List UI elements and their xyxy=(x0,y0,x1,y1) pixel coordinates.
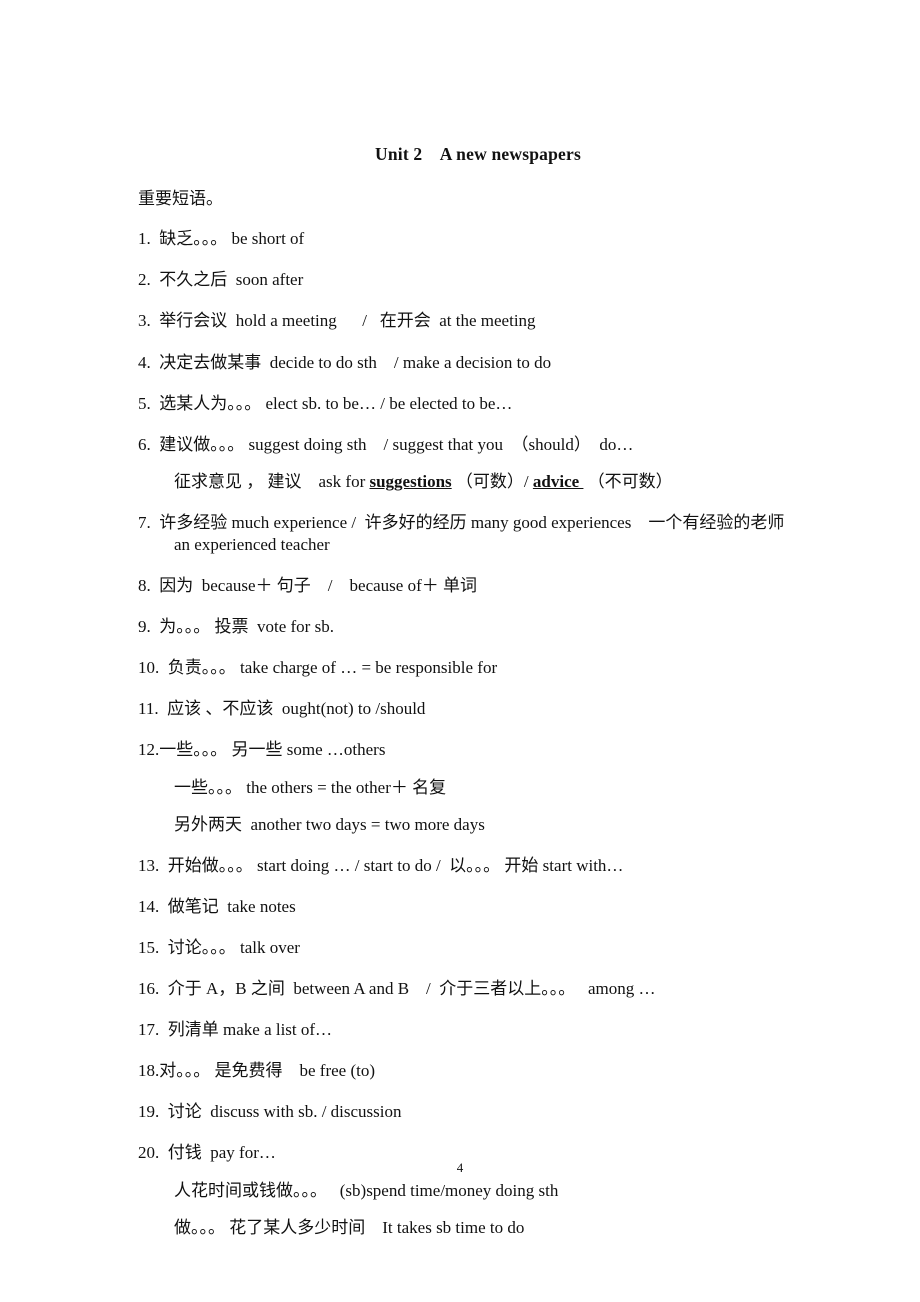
list-item-number: 1. xyxy=(138,229,151,249)
list-item-number: 16. xyxy=(138,979,160,999)
list-item-number: 15. xyxy=(138,937,160,957)
list-item: 13. 开始做。。。 start doing … / start to do /… xyxy=(138,855,798,877)
list-item-text: 不久之后 soon after xyxy=(150,270,304,290)
list-item-subline: 征求意见 ， 建议 ask for suggestions （可数）/ advi… xyxy=(138,471,798,493)
list-item-text: 介于 A，B 之间 between A and B / 介于三者以上。。。 am… xyxy=(159,979,656,999)
page-number: 4 xyxy=(456,1160,464,1175)
list-item-number: 6. xyxy=(138,434,151,454)
list-item-number: 2. xyxy=(138,270,151,290)
list-item-text: 许多经验 much experience / 许多好的经历 many good … xyxy=(150,512,793,555)
list-item-text: 做笔记 take notes xyxy=(159,896,296,916)
list-item-text: 举行会议 hold a meeting / 在开会 at the meeting xyxy=(150,311,536,331)
list-item-subline: 做。。。 花了某人多少时间 It takes sb time to do xyxy=(174,1217,525,1237)
list-item: 5. 选某人为。。。 elect sb. to be… / be elected… xyxy=(138,393,798,415)
list-item-number: 11. xyxy=(138,699,159,719)
subline-text-middle: （可数）/ xyxy=(451,471,533,491)
list-item-number: 13. xyxy=(138,855,160,875)
list-item-subline: 另外两天 another two days = two more days xyxy=(174,814,485,834)
list-item-text: 讨论 discuss with sb. / discussion xyxy=(159,1102,402,1122)
list-item-text: 因为 because＋ 句子 / because of＋ 单词 xyxy=(150,576,477,596)
list-item-subline: 一些。。。 the others = the other＋ 名复 xyxy=(174,777,447,797)
list-item-number: 3. xyxy=(138,311,151,331)
list-item-text: 讨论。。。 talk over xyxy=(159,937,300,957)
list-item-number: 7. xyxy=(138,512,151,532)
list-item-number: 10. xyxy=(138,658,160,678)
list-item-number: 17. xyxy=(138,1020,160,1040)
list-item-text: 缺乏。。。 be short of xyxy=(150,229,305,249)
list-item-number: 18. xyxy=(138,1061,160,1081)
list-item: 15. 讨论。。。 talk over xyxy=(138,937,798,959)
list-item-number: 8. xyxy=(138,576,151,596)
list-item-text: 列清单 make a list of… xyxy=(159,1020,333,1040)
list-item: 16. 介于 A，B 之间 between A and B / 介于三者以上。。… xyxy=(138,978,798,1000)
list-item: 7. 许多经验 much experience / 许多好的经历 many go… xyxy=(138,512,798,556)
list-item: 12.一些。。。 另一些 some …others xyxy=(138,739,798,761)
list-item: 4. 决定去做某事 decide to do sth / make a deci… xyxy=(138,352,798,374)
list-item-text: 应该 、不应该 ought(not) to /should xyxy=(158,699,426,719)
document-page: Unit 2 A new newspapers 重要短语。 1. 缺乏。。。 b… xyxy=(0,0,920,1302)
list-item-text: 为。。。 投票 vote for sb. xyxy=(150,617,334,637)
document-body: Unit 2 A new newspapers 重要短语。 1. 缺乏。。。 b… xyxy=(138,144,798,1239)
list-item: 9. 为。。。 投票 vote for sb. xyxy=(138,616,798,638)
list-item-text: 对。。。 是免费得 be free (to) xyxy=(159,1061,376,1081)
list-item-text: 决定去做某事 decide to do sth / make a decisio… xyxy=(150,352,552,372)
subline-text-suffix: （不可数） xyxy=(583,471,673,491)
list-item: 11. 应该 、不应该 ought(not) to /should xyxy=(138,698,798,720)
list-item-subline: 人花时间或钱做。。。 (sb)spend time/money doing st… xyxy=(174,1180,559,1200)
emphasis-advice: advice xyxy=(532,471,584,491)
list-item: 19. 讨论 discuss with sb. / discussion xyxy=(138,1101,798,1123)
list-item-text: 开始做。。。 start doing … / start to do / 以。。… xyxy=(159,855,624,875)
list-item: 10. 负责。。。 take charge of … = be responsi… xyxy=(138,657,798,679)
list-item: 18.对。。。 是免费得 be free (to) xyxy=(138,1060,798,1082)
list-item-text: 建议做。。。 suggest doing sth / suggest that … xyxy=(150,434,634,454)
list-item-number: 12. xyxy=(138,740,160,760)
list-item: 8. 因为 because＋ 句子 / because of＋ 单词 xyxy=(138,575,798,597)
subline-text-prefix: 征求意见 ， 建议 ask for xyxy=(174,471,370,491)
list-item: 6. 建议做。。。 suggest doing sth / suggest th… xyxy=(138,434,798,456)
list-item-text: 负责。。。 take charge of … = be responsible … xyxy=(159,658,498,678)
list-item-number: 4. xyxy=(138,352,151,372)
page-title: Unit 2 A new newspapers xyxy=(375,144,581,164)
list-item-number: 9. xyxy=(138,617,151,637)
section-heading: 重要短语。 xyxy=(138,188,223,208)
list-item-text: 选某人为。。。 elect sb. to be… / be elected to… xyxy=(150,393,513,413)
list-item: 3. 举行会议 hold a meeting / 在开会 at the meet… xyxy=(138,310,798,332)
list-item: 1. 缺乏。。。 be short of xyxy=(138,228,798,250)
emphasis-suggestions: suggestions xyxy=(369,471,452,491)
list-item: 2. 不久之后 soon after xyxy=(138,269,798,291)
list-item-number: 14. xyxy=(138,896,160,916)
list-item-text: 一些。。。 另一些 some …others xyxy=(159,740,386,760)
list-item-number: 5. xyxy=(138,393,151,413)
list-item: 14. 做笔记 take notes xyxy=(138,896,798,918)
list-item: 17. 列清单 make a list of… xyxy=(138,1019,798,1041)
list-item-number: 19. xyxy=(138,1102,160,1122)
